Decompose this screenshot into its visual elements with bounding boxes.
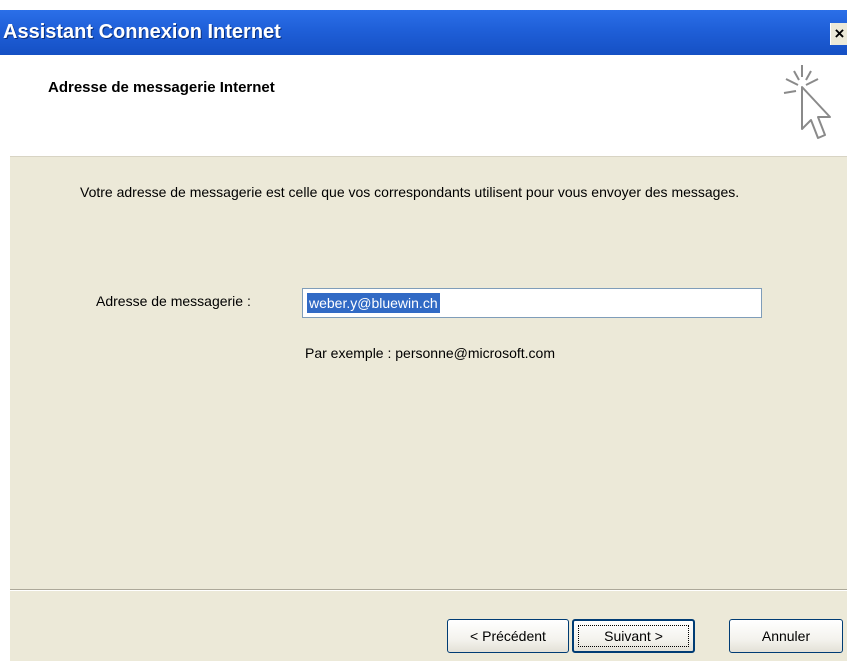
page-title: Adresse de messagerie Internet	[48, 79, 275, 96]
window-title: Assistant Connexion Internet	[3, 21, 281, 43]
back-button[interactable]: < Précédent	[447, 619, 569, 653]
email-label: Adresse de messagerie :	[96, 293, 251, 309]
wizard-cursor-icon	[783, 65, 831, 139]
focus-rectangle	[578, 625, 689, 647]
title-bar[interactable]: Assistant Connexion Internet ×	[0, 10, 847, 55]
cancel-button[interactable]: Annuler	[729, 619, 843, 653]
email-field-value[interactable]: weber.y@bluewin.ch	[307, 293, 440, 313]
button-bar: < Précédent Suivant > Annuler	[10, 589, 847, 661]
email-field[interactable]: weber.y@bluewin.ch	[302, 288, 762, 318]
email-example-hint: Par exemple : personne@microsoft.com	[305, 345, 555, 361]
wizard-body: Votre adresse de messagerie est celle qu…	[10, 156, 847, 589]
close-button[interactable]: ×	[830, 23, 847, 45]
next-button[interactable]: Suivant >	[572, 619, 695, 653]
description-text: Votre adresse de messagerie est celle qu…	[80, 184, 740, 200]
footer-divider	[10, 590, 847, 591]
wizard-header: Adresse de messagerie Internet	[0, 55, 847, 155]
